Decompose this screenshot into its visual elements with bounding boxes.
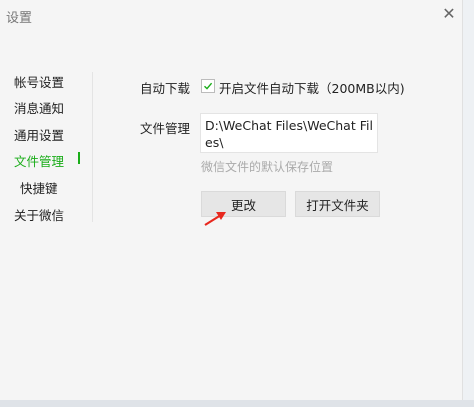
active-indicator [78,152,80,164]
window-title: 设置 [6,11,33,26]
save-path-field: D:\WeChat Files\WeChat Files\ [200,113,378,153]
open-folder-button[interactable]: 打开文件夹 [295,191,380,217]
arrow-icon [204,212,226,226]
sidebar-item-general[interactable]: 通用设置 [14,125,64,144]
title-bar: 设置 ✕ [0,0,462,30]
settings-window: 设置 ✕ 帐号设置 消息通知 通用设置 文件管理 快捷键 关于微信 自动下载 开… [0,0,463,400]
auto-download-checkbox-label[interactable]: 开启文件自动下载（200MB以内) [219,78,405,97]
sidebar-item-shortcuts[interactable]: 快捷键 [20,178,58,197]
file-manage-label: 文件管理 [140,121,191,136]
close-icon: ✕ [442,3,456,23]
check-icon [204,82,213,90]
sidebar-divider [92,72,93,222]
auto-download-label: 自动下载 [140,81,191,96]
auto-download-checkbox[interactable] [201,79,215,93]
sidebar-item-account[interactable]: 帐号设置 [14,72,64,91]
close-button[interactable]: ✕ [438,2,460,24]
background-taskbar-edge [0,400,474,407]
sidebar-item-notifications[interactable]: 消息通知 [14,98,64,117]
background-window-edge [463,0,474,407]
save-path-hint: 微信文件的默认保存位置 [201,160,334,174]
sidebar-item-about[interactable]: 关于微信 [14,205,64,224]
sidebar-item-file-manage[interactable]: 文件管理 [14,151,64,170]
